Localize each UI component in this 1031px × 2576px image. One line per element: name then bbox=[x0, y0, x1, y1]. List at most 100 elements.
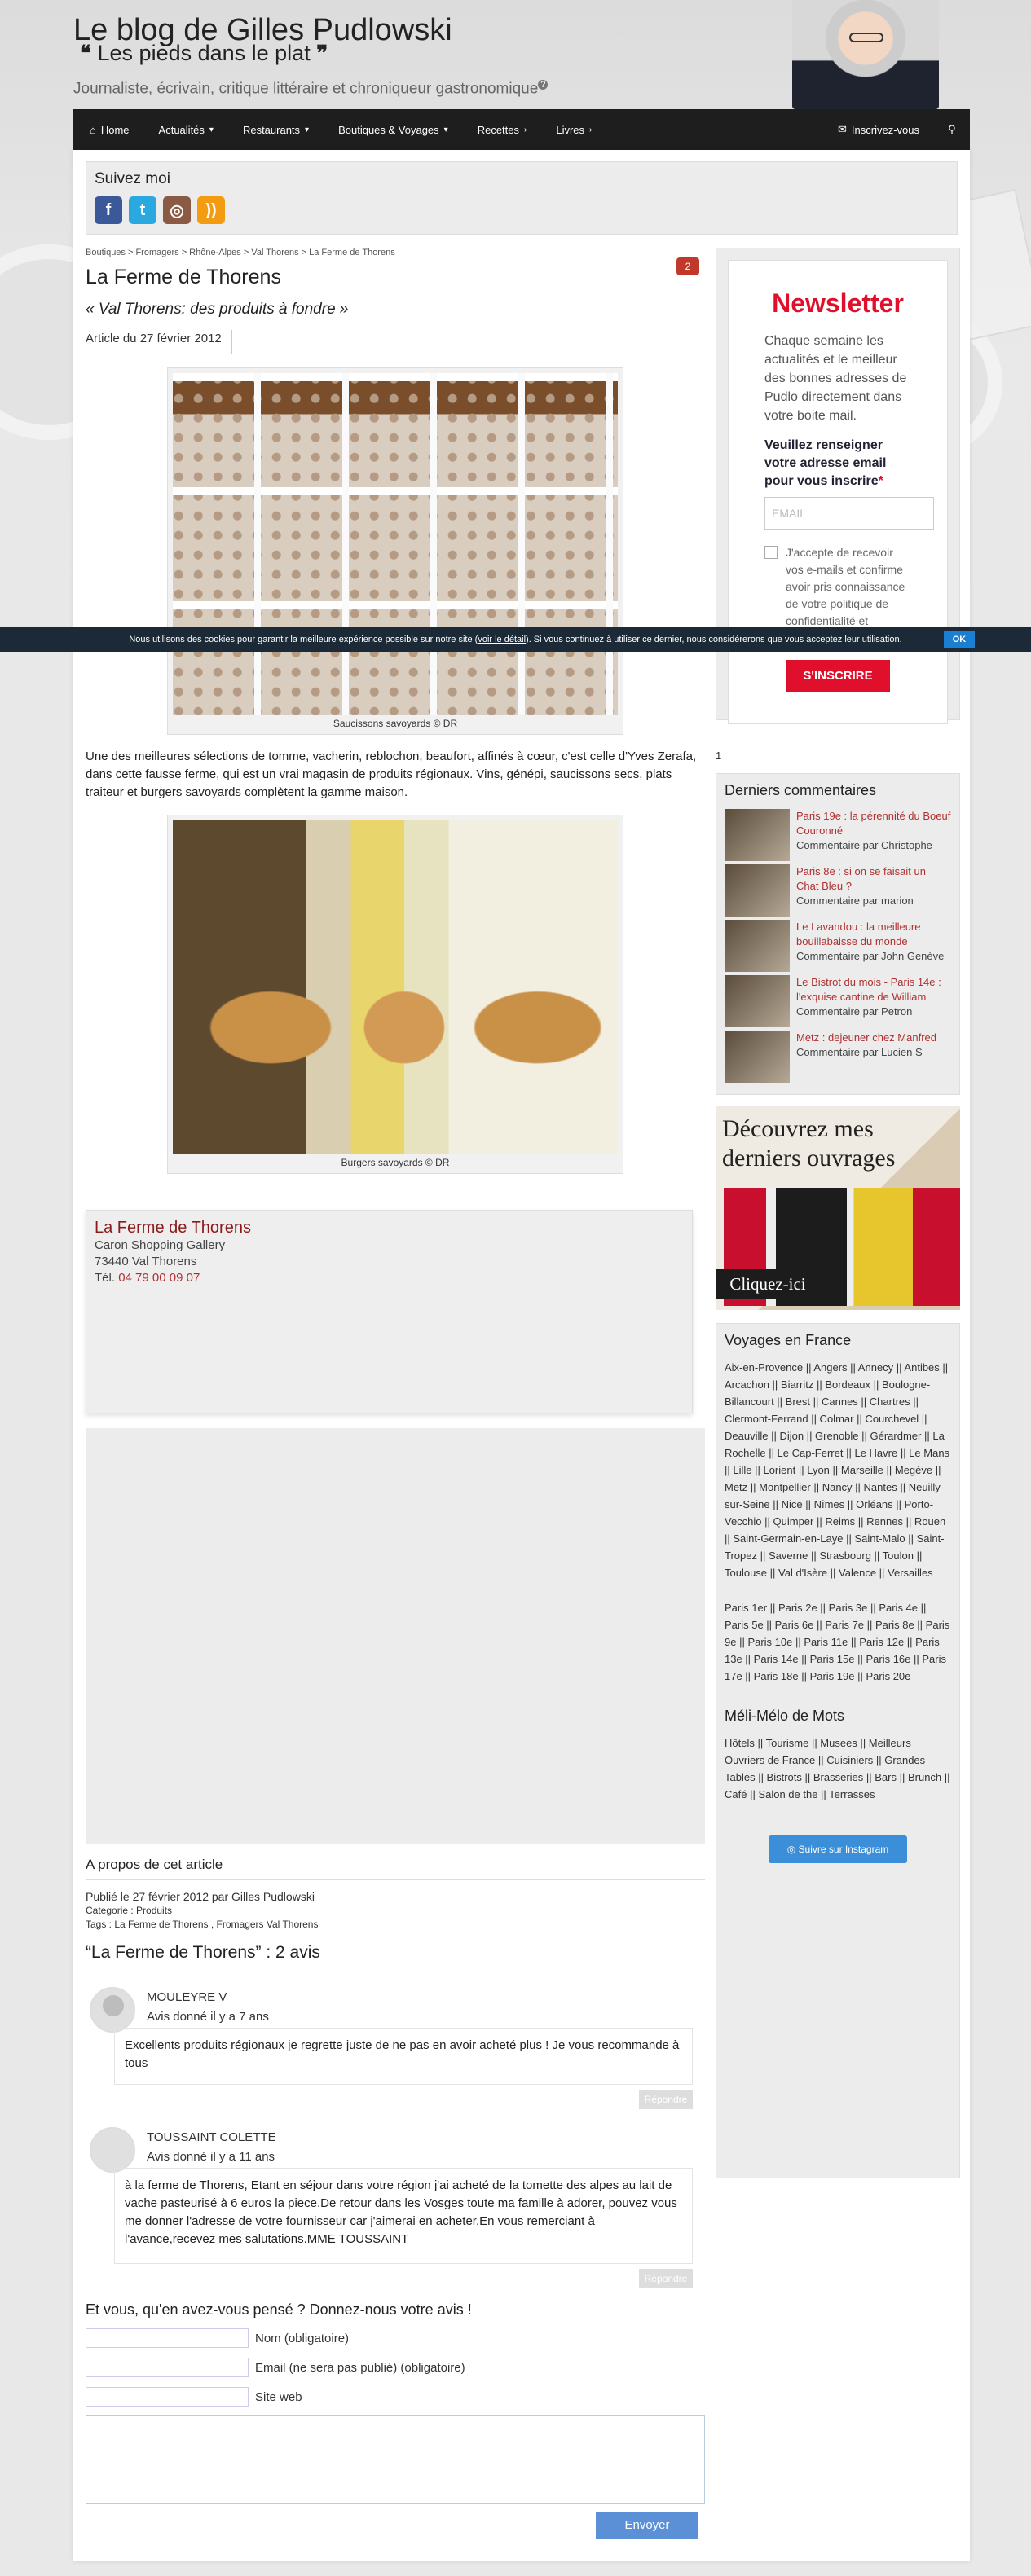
required-star: * bbox=[878, 474, 883, 488]
tags-line[interactable]: Tags : La Ferme de Thorens , Fromagers V… bbox=[86, 1918, 705, 1932]
reply-button[interactable]: Répondre bbox=[639, 2090, 693, 2109]
paris-links[interactable]: Paris 1er || Paris 2e || Paris 3e || Par… bbox=[725, 1599, 951, 1685]
nav-home[interactable]: ⌂ Home bbox=[73, 109, 144, 150]
subscribe-button[interactable]: S'INSCRIRE bbox=[786, 660, 890, 692]
phone-link[interactable]: 04 79 00 09 07 bbox=[118, 1271, 200, 1285]
nav-subscribe[interactable]: ✉ Inscrivez-vous bbox=[823, 109, 934, 150]
newsletter-text: Chaque semaine les actualités et le meil… bbox=[764, 334, 907, 423]
submit-button[interactable]: Envoyer bbox=[596, 2512, 698, 2539]
recent-comment-author: Commentaire par marion bbox=[796, 895, 914, 907]
recent-comment-link[interactable]: Le Bistrot du mois - Paris 14e : l'exqui… bbox=[796, 975, 951, 1004]
recent-comments-panel: Derniers commentaires Paris 19e : la pér… bbox=[716, 773, 960, 1095]
figure-caption: Saucissons savoyards © DR bbox=[333, 718, 458, 729]
figure-saucissons: Saucissons savoyards © DR bbox=[167, 367, 623, 735]
comment-count-badge[interactable]: 2 bbox=[676, 257, 699, 275]
instagram-icon[interactable]: ◎ bbox=[163, 196, 191, 224]
comment-form-title: Et vous, qu'en avez-vous pensé ? Donnez-… bbox=[86, 2301, 472, 2318]
recent-comment-item[interactable]: Le Bistrot du mois - Paris 14e : l'exqui… bbox=[725, 975, 951, 1031]
recent-comment-author: Commentaire par Petron bbox=[796, 1005, 913, 1018]
recent-comment-author: Commentaire par Lucien S bbox=[796, 1046, 923, 1058]
recent-comment-link[interactable]: Paris 8e : si on se faisait un Chat Bleu… bbox=[796, 864, 951, 894]
name-row: Nom (obligatoire) bbox=[86, 2328, 705, 2348]
quote-open-icon: ❝ bbox=[80, 42, 91, 66]
facebook-icon[interactable]: f bbox=[95, 196, 122, 224]
shop-address-line: 73440 Val Thorens bbox=[95, 1255, 197, 1268]
nav-boutiques-label: Boutiques & Voyages bbox=[338, 123, 439, 136]
comment-textarea[interactable] bbox=[86, 2415, 705, 2504]
site-description: Journaliste, écrivain, critique littérai… bbox=[73, 80, 549, 98]
chevron-down-icon: ▾ bbox=[443, 125, 448, 134]
consent-checkbox[interactable] bbox=[764, 546, 778, 559]
comment-body: Excellents produits régionaux je regrett… bbox=[114, 2028, 693, 2085]
recent-comment-link[interactable]: Paris 19e : la pérennité du Boeuf Couron… bbox=[796, 809, 951, 838]
breadcrumb[interactable]: Boutiques > Fromagers > Rhône-Alpes > Va… bbox=[86, 248, 705, 257]
books-promo-banner[interactable]: Découvrez mes derniers ouvrages Cliquez-i… bbox=[716, 1106, 960, 1310]
recent-comment-item[interactable]: Paris 8e : si on se faisait un Chat Bleu… bbox=[725, 864, 951, 920]
envelope-icon: ✉ bbox=[838, 123, 847, 135]
shop-address-line: Caron Shopping Gallery bbox=[95, 1238, 226, 1252]
comment-author: MOULEYRE V bbox=[147, 1990, 227, 2004]
about-heading: A propos de cet article bbox=[86, 1857, 705, 1880]
recent-comment-link[interactable]: Metz : dejeuner chez Manfred bbox=[796, 1031, 936, 1045]
cookie-details-link[interactable]: voir le détail bbox=[478, 635, 526, 644]
category-line[interactable]: Categorie : Produits bbox=[86, 1904, 705, 1918]
nav-livres[interactable]: Livres › bbox=[541, 109, 606, 150]
nav-actualites-label: Actualités bbox=[158, 123, 205, 136]
nav-livres-label: Livres bbox=[556, 123, 585, 136]
recent-comment-link[interactable]: Le Lavandou : la meilleure bouillabaisse… bbox=[796, 920, 951, 949]
recent-comment-item[interactable]: Paris 19e : la pérennité du Boeuf Couron… bbox=[725, 809, 951, 864]
article: Boutiques > Fromagers > Rhône-Alpes > Va… bbox=[86, 248, 705, 2539]
avatar bbox=[90, 2127, 135, 2173]
instagram-button-label: Suivre sur Instagram bbox=[798, 1844, 889, 1855]
melimelo-links[interactable]: Hôtels || Tourisme || Musees || Meilleur… bbox=[725, 1734, 951, 1803]
figure-burgers: Burgers savoyards © DR bbox=[167, 815, 623, 1174]
nav-recettes[interactable]: Recettes › bbox=[463, 109, 542, 150]
avatar bbox=[90, 1987, 135, 2033]
recent-comment-item[interactable]: Metz : dejeuner chez Manfred Commentaire … bbox=[725, 1031, 951, 1086]
reply-button[interactable]: Répondre bbox=[639, 2269, 693, 2288]
email-field[interactable] bbox=[86, 2358, 249, 2377]
thumbnail bbox=[725, 975, 790, 1027]
help-badge: ? bbox=[538, 80, 549, 90]
newsletter-form: Newsletter Chaque semaine les actualités… bbox=[728, 260, 948, 724]
search-icon: ⚲ bbox=[948, 123, 956, 135]
thumbnail bbox=[725, 809, 790, 861]
home-icon: ⌂ bbox=[90, 123, 96, 136]
instagram-follow-button[interactable]: ◎ Suivre sur Instagram bbox=[769, 1835, 907, 1863]
newsletter-email-input[interactable]: EMAIL bbox=[764, 497, 934, 530]
website-field[interactable] bbox=[86, 2387, 249, 2407]
recent-comment-item[interactable]: Le Lavandou : la meilleure bouillabaisse… bbox=[725, 920, 951, 975]
thumbnail bbox=[725, 920, 790, 972]
promo-cta[interactable]: Cliquez-ici bbox=[716, 1269, 820, 1299]
address-card: La Ferme de Thorens Caron Shopping Galle… bbox=[86, 1210, 693, 1413]
article-info: A propos de cet article Publié le 27 fév… bbox=[86, 1857, 705, 1932]
cities-links[interactable]: Aix-en-Provence || Angers || Annecy || A… bbox=[725, 1359, 951, 1581]
rss-icon[interactable]: )) bbox=[197, 196, 225, 224]
voyages-panel: Voyages en France Aix-en-Provence || Ang… bbox=[716, 1323, 960, 2178]
site-tagline: ❝ Les pieds dans le plat ❞ bbox=[80, 41, 328, 66]
shop-phone: Tél. 04 79 00 09 07 bbox=[95, 1270, 684, 1286]
nav-home-label: Home bbox=[100, 123, 130, 136]
nav-actualites[interactable]: Actualités ▾ bbox=[144, 109, 228, 150]
recent-comment-author: Commentaire par Christophe bbox=[796, 839, 932, 851]
voyages-title: Voyages en France bbox=[725, 1332, 852, 1348]
nav-subscribe-label: Inscrivez-vous bbox=[851, 123, 919, 136]
recent-comments-title: Derniers commentaires bbox=[725, 782, 877, 798]
article-subtitle: « Val Thorens: des produits à fondre » bbox=[86, 301, 349, 318]
nav-right: ✉ Inscrivez-vous ⚲ bbox=[823, 109, 970, 150]
cookie-ok-button[interactable]: OK bbox=[944, 631, 975, 648]
nav-recettes-label: Recettes bbox=[477, 123, 520, 136]
twitter-icon[interactable]: t bbox=[129, 196, 156, 224]
thumbnail bbox=[725, 864, 790, 917]
name-field[interactable] bbox=[86, 2328, 249, 2348]
figure-caption: Burgers savoyards © DR bbox=[341, 1157, 450, 1168]
saucissons-photo bbox=[173, 373, 618, 715]
nav-boutiques-voyages[interactable]: Boutiques & Voyages ▾ bbox=[324, 109, 463, 150]
glasses-icon bbox=[849, 33, 883, 42]
follow-title: Suivez moi bbox=[95, 170, 170, 187]
map-placeholder[interactable] bbox=[86, 1428, 705, 1844]
nav-restaurants[interactable]: Restaurants ▾ bbox=[228, 109, 324, 150]
search-button[interactable]: ⚲ bbox=[934, 109, 970, 150]
burgers-photo bbox=[173, 820, 618, 1154]
article-paragraph: Une des meilleures sélections de tomme, … bbox=[86, 750, 697, 799]
